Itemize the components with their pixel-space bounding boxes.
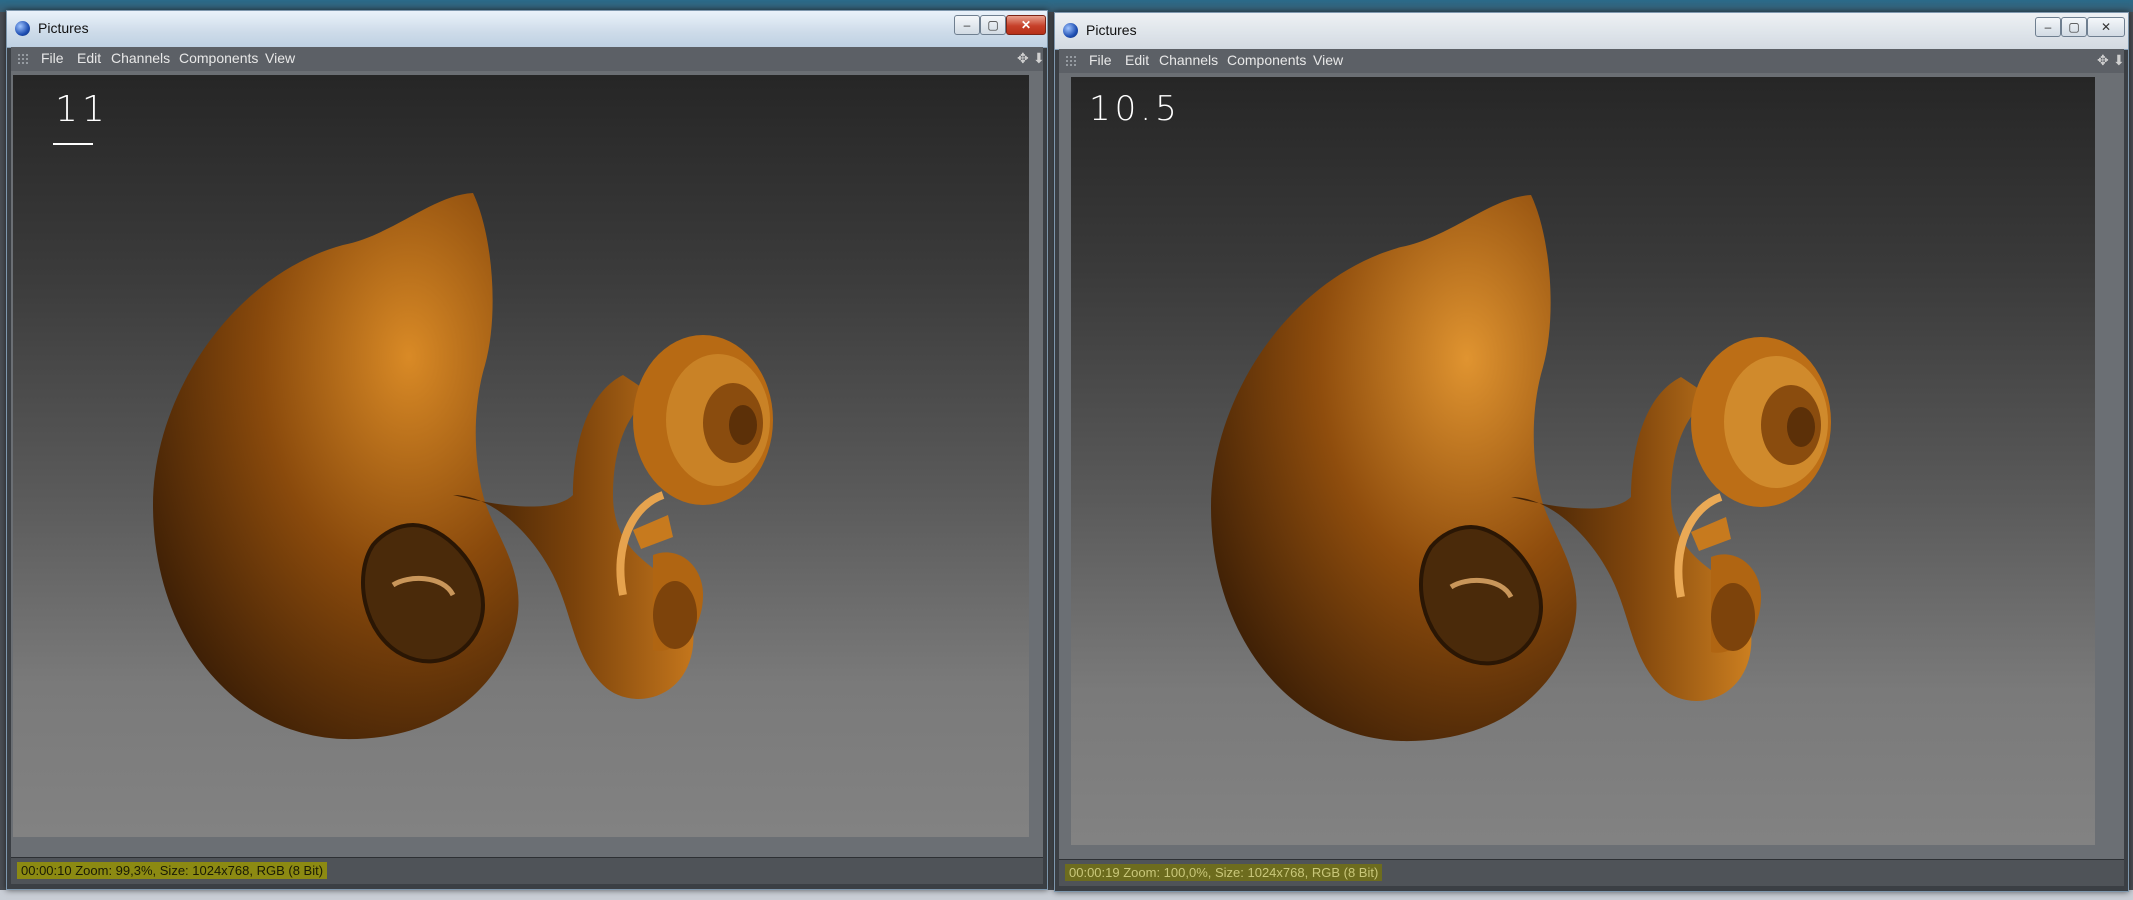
minimize-button[interactable]: – <box>954 15 980 35</box>
menu-edit[interactable]: Edit <box>1125 52 1149 68</box>
menu-edit[interactable]: Edit <box>77 50 101 66</box>
menu-grip-icon <box>17 53 29 65</box>
pictures-window-left: Pictures – ▢ ✕ File Edit Channels Compon… <box>6 10 1048 890</box>
menu-view[interactable]: View <box>1313 52 1343 68</box>
rendered-image: 10.5 <box>1071 77 2095 845</box>
menu-grip-icon <box>1065 55 1077 67</box>
menu-channels[interactable]: Channels <box>111 50 170 66</box>
cinema-sphere-icon <box>1063 23 1078 38</box>
move-arrows-icon[interactable]: ✥ <box>2097 52 2109 69</box>
menu-channels[interactable]: Channels <box>1159 52 1218 68</box>
annotation-note: 10.5 <box>1089 89 1181 129</box>
close-button[interactable]: ✕ <box>1006 15 1046 35</box>
menu-file[interactable]: File <box>41 50 64 66</box>
menu-bar: File Edit Channels Components View ✥ ⬇ <box>1059 49 2125 74</box>
pin-down-icon[interactable]: ⬇ <box>1033 50 1045 67</box>
status-text: 00:00:19 Zoom: 100,0%, Size: 1024x768, R… <box>1065 864 1383 881</box>
minimize-button[interactable]: – <box>2035 17 2061 37</box>
maximize-button[interactable]: ▢ <box>980 15 1006 35</box>
pin-down-icon[interactable]: ⬇ <box>2113 52 2125 69</box>
window-title: Pictures <box>1086 22 1137 38</box>
close-button[interactable]: ✕ <box>2087 17 2125 37</box>
menu-components[interactable]: Components <box>179 50 258 66</box>
move-arrows-icon[interactable]: ✥ <box>1017 50 1029 67</box>
menu-bar: File Edit Channels Components View ✥ ⬇ <box>11 47 1045 72</box>
status-bar: 00:00:19 Zoom: 100,0%, Size: 1024x768, R… <box>1059 859 2124 886</box>
title-bar[interactable]: Pictures – ▢ ✕ <box>1055 13 2128 50</box>
violin-scroll-render <box>1211 195 1831 742</box>
violin-scroll-render <box>153 193 773 740</box>
cinema-sphere-icon <box>15 21 30 36</box>
title-bar[interactable]: Pictures – ▢ ✕ <box>7 11 1047 48</box>
annotation-note: 11 <box>55 89 109 130</box>
menu-view[interactable]: View <box>265 50 295 66</box>
pictures-window-right: Pictures – ▢ ✕ File Edit Channels Compon… <box>1054 12 2129 892</box>
menu-file[interactable]: File <box>1089 52 1112 68</box>
rendered-image: 11 <box>13 75 1029 837</box>
window-title: Pictures <box>38 20 89 36</box>
status-bar: 00:00:10 Zoom: 99,3%, Size: 1024x768, RG… <box>11 857 1043 884</box>
annotation-underline <box>53 143 93 145</box>
menu-components[interactable]: Components <box>1227 52 1306 68</box>
status-text: 00:00:10 Zoom: 99,3%, Size: 1024x768, RG… <box>17 862 328 879</box>
maximize-button[interactable]: ▢ <box>2061 17 2087 37</box>
